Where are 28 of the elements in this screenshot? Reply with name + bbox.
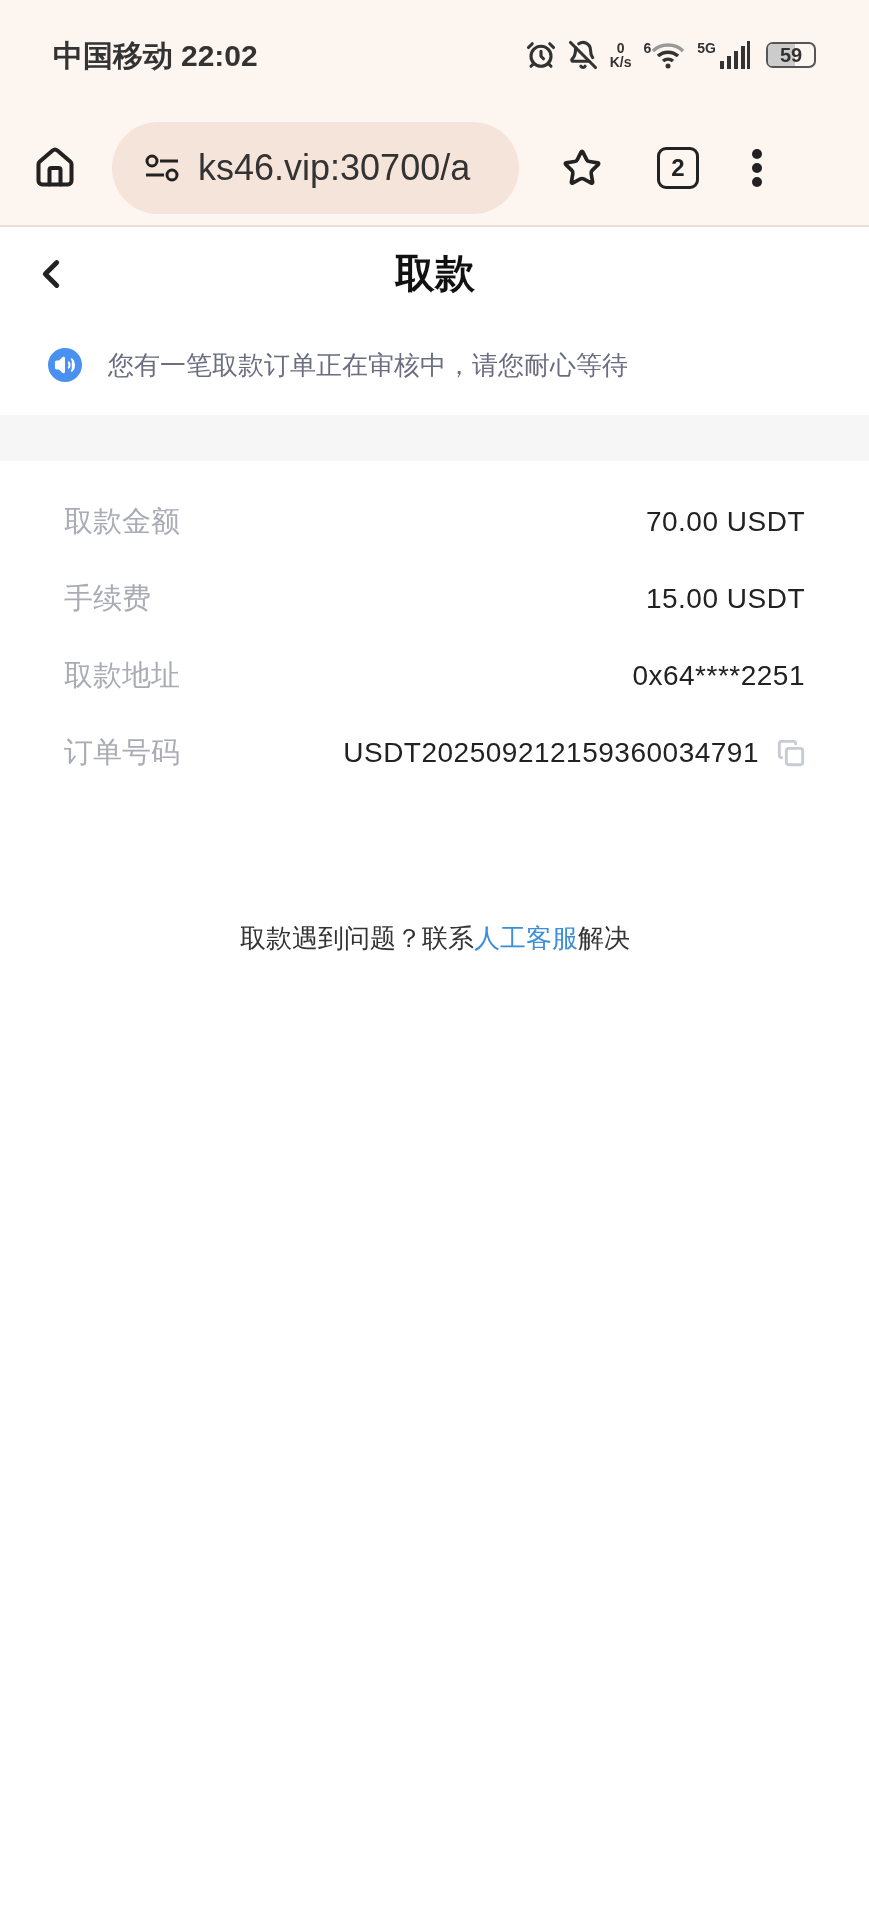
- bell-off-icon: [567, 40, 598, 70]
- tabs-button[interactable]: 2: [657, 146, 699, 189]
- page-title: 取款: [394, 250, 475, 297]
- menu-icon: [751, 147, 763, 188]
- signal-icon: [720, 41, 750, 69]
- notice-text: 您有一笔取款订单正在审核中，请您耐心等待: [108, 348, 628, 382]
- detail-value: 0x64****2251: [632, 658, 805, 693]
- carrier-name: 中国移动: [53, 37, 173, 74]
- detail-value: USDT202509212159360034791: [343, 735, 759, 770]
- clock-time: 22:02: [181, 37, 258, 74]
- alarm-icon: [525, 40, 556, 70]
- detail-label: 手续费: [64, 580, 151, 616]
- detail-label: 取款金额: [64, 503, 180, 539]
- address-bar[interactable]: ks46.vip:30700/a: [112, 121, 519, 214]
- help-text: 取款遇到问题？联系人工客服解决: [239, 922, 630, 955]
- detail-label: 订单号码: [64, 734, 180, 770]
- network-type: 5G: [697, 41, 716, 55]
- detail-label: 取款地址: [64, 657, 180, 693]
- battery-indicator: 59: [766, 42, 816, 68]
- detail-value: 15.00 USDT: [645, 581, 805, 616]
- net-speed-unit: K/s: [609, 55, 632, 69]
- detail-value: 70.00 USDT: [645, 504, 805, 539]
- site-settings-icon[interactable]: [144, 153, 180, 182]
- speaker-icon: [48, 348, 82, 382]
- net-speed-value: 0: [616, 41, 625, 55]
- url-text: ks46.vip:30700/a: [198, 145, 471, 190]
- wifi-number: 6: [643, 41, 652, 55]
- wifi-icon: [651, 41, 686, 69]
